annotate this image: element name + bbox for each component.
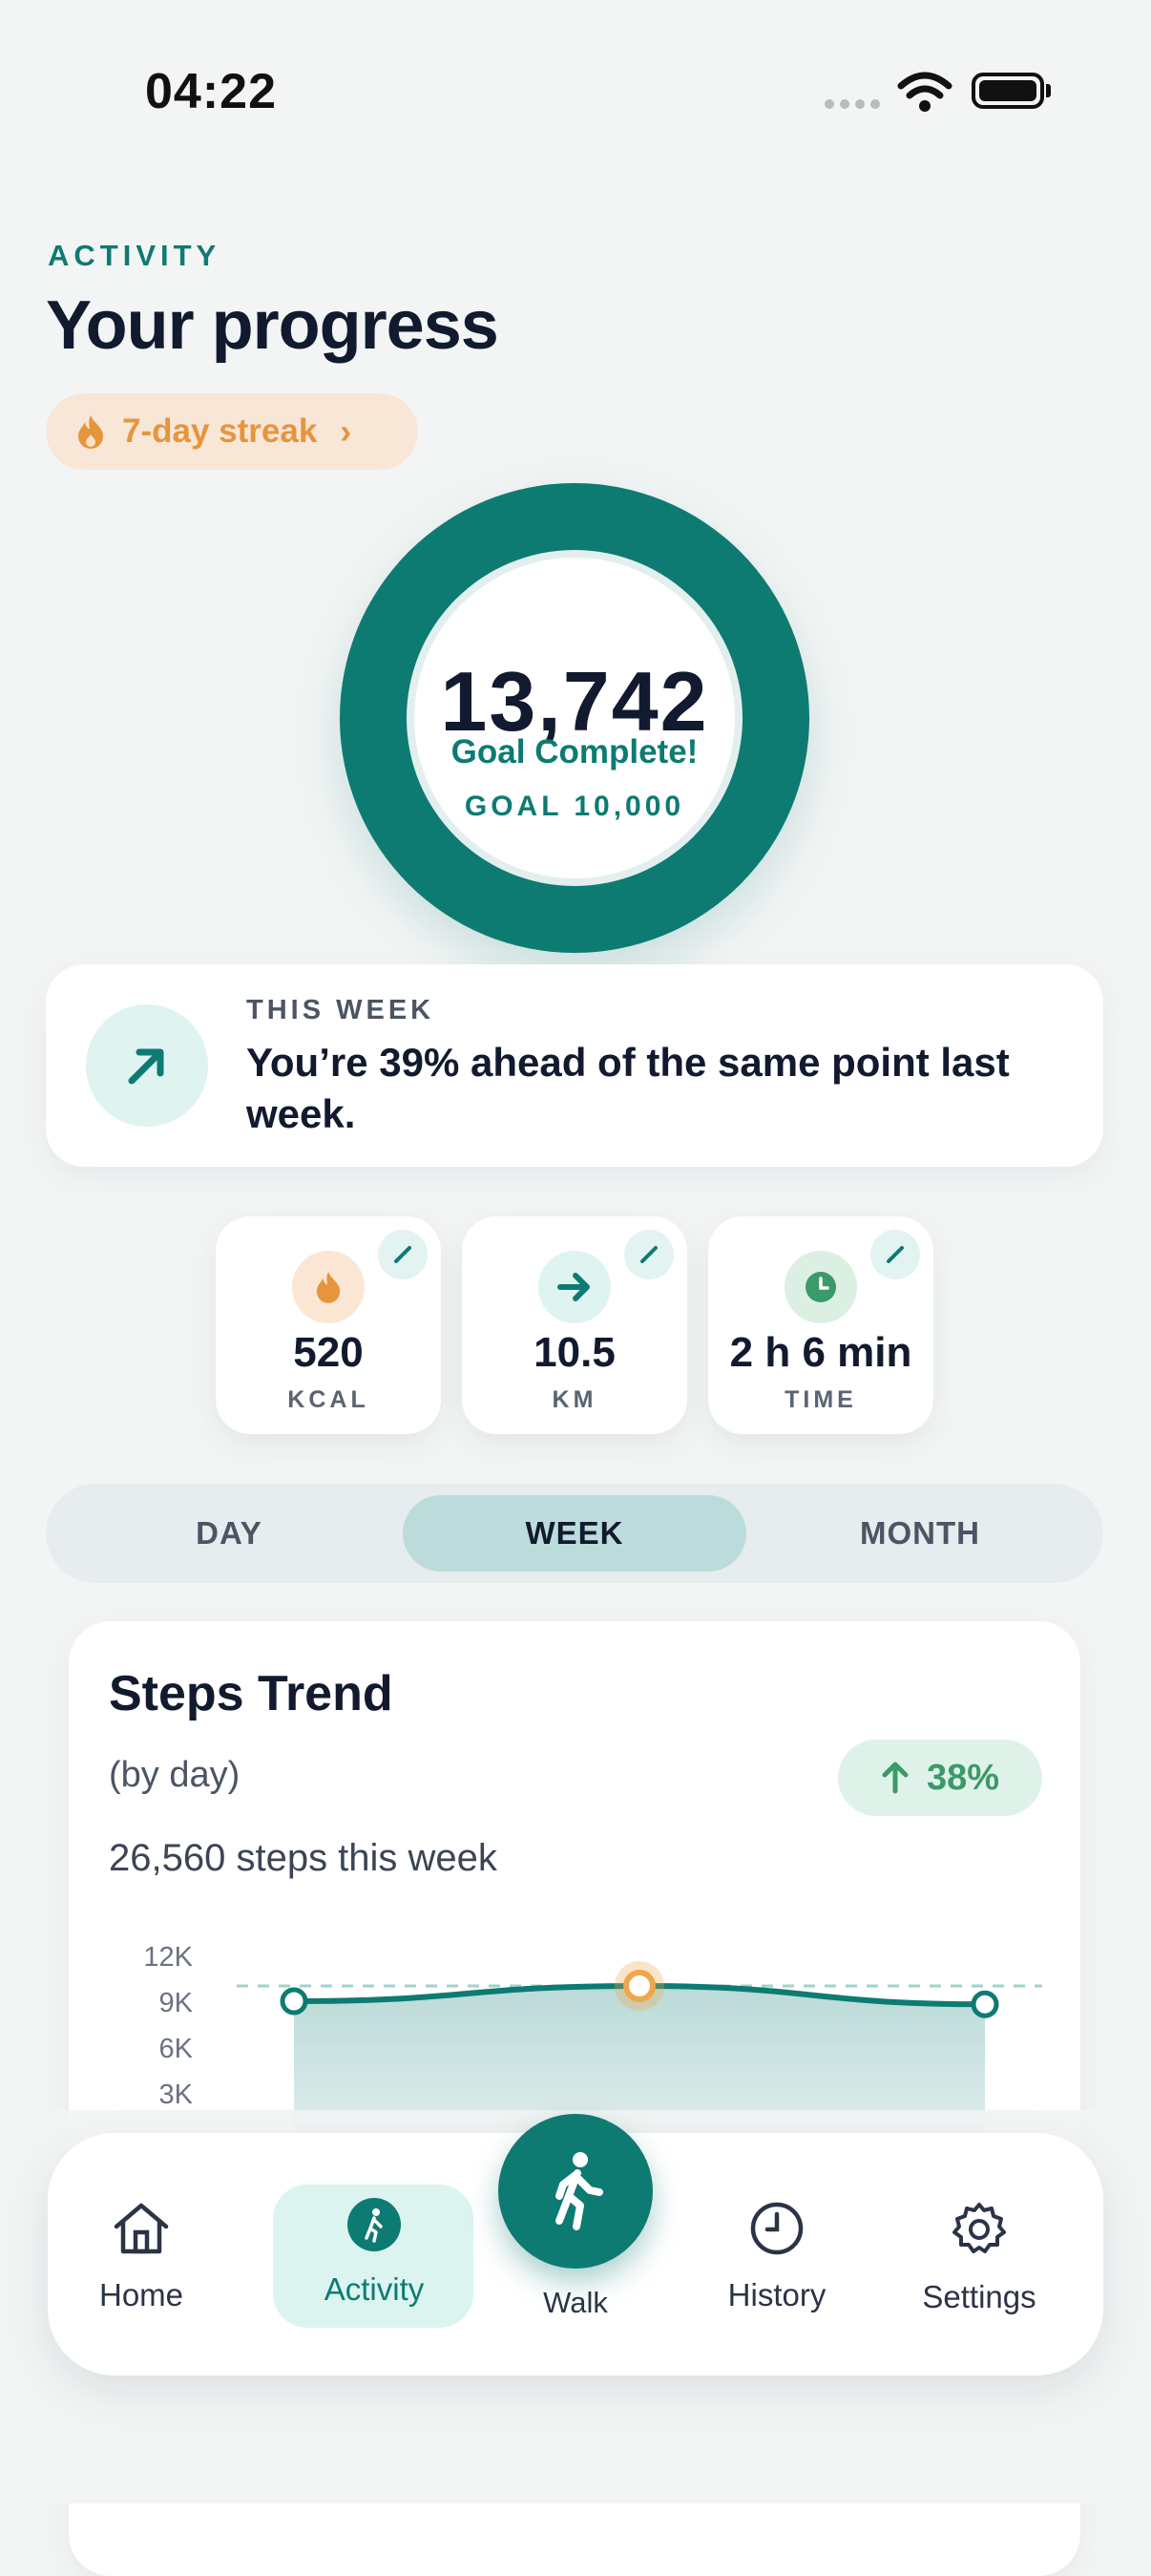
edit-pencil-icon[interactable] (624, 1230, 674, 1279)
arrow-right-icon (538, 1251, 611, 1323)
nav-label: Settings (922, 2279, 1036, 2314)
week-summary-card[interactable]: THIS WEEK You’re 39% ahead of the same p… (46, 964, 1103, 1167)
y-tick-label: 3K (159, 2080, 194, 2110)
metric-card-calories[interactable]: 520 KCAL (216, 1216, 441, 1434)
nav-item-history[interactable]: History (701, 2200, 853, 2313)
flame-icon (78, 415, 103, 449)
nav-item-settings[interactable]: Settings (903, 2200, 1056, 2315)
arrow-up-icon (882, 1762, 909, 1794)
progress-ring: 13,742 Goal Complete! GOAL 10,000 (340, 483, 809, 953)
trend-up-icon (86, 1004, 208, 1127)
data-point (971, 1990, 999, 2018)
tab-week[interactable]: WEEK (403, 1495, 746, 1572)
period-segmented-control: DAY WEEK MONTH (46, 1484, 1103, 1583)
y-tick-label: 12K (143, 1942, 193, 1973)
nav-item-activity[interactable]: Activity (298, 2196, 450, 2308)
nav-item-home[interactable]: Home (65, 2200, 218, 2313)
ring-core: 13,742 Goal Complete! GOAL 10,000 (414, 558, 735, 878)
metric-card-distance[interactable]: 10.5 KM (462, 1216, 687, 1434)
battery-icon (972, 73, 1044, 109)
tab-day[interactable]: DAY (57, 1495, 401, 1572)
trend-badge-value: 38% (926, 1757, 1000, 1798)
streak-chip[interactable]: 7-day streak › (46, 393, 418, 470)
section-eyebrow: ACTIVITY (48, 239, 221, 272)
streak-label: 7-day streak (122, 412, 318, 450)
trend-badge: 38% (838, 1740, 1042, 1816)
wifi-icon (897, 72, 952, 112)
metric-unit: KM (552, 1386, 597, 1413)
edit-pencil-icon[interactable] (378, 1230, 428, 1279)
card-title: Steps Trend (109, 1666, 393, 1721)
metric-unit: TIME (785, 1386, 857, 1413)
week-message: You’re 39% ahead of the same point last … (246, 1040, 1010, 1136)
walk-button[interactable] (498, 2114, 653, 2269)
edit-pencil-icon[interactable] (870, 1230, 920, 1279)
battery-tip (1046, 84, 1051, 97)
page-title: Your progress (46, 287, 499, 364)
signal-dots-icon (825, 99, 880, 109)
goal-label: GOAL 10,000 (464, 791, 685, 822)
metric-value: 2 h 6 min (729, 1329, 912, 1376)
steps-total: 26,560 steps this week (109, 1837, 497, 1879)
walking-person-icon (555, 2152, 603, 2230)
chevron-right-icon: › (340, 412, 352, 451)
y-tick-label: 6K (159, 2034, 194, 2064)
card-subtitle: (by day) (109, 1755, 241, 1795)
status-time: 04:22 (145, 64, 277, 119)
home-icon (114, 2203, 169, 2254)
metric-value: 10.5 (534, 1329, 616, 1376)
clock-history-icon (750, 2202, 804, 2255)
y-tick-label: 9K (159, 1988, 194, 2018)
bottom-nav: Home Activity Walk History Settings (48, 2114, 1103, 2375)
metric-unit: KCAL (287, 1386, 369, 1413)
metric-card-time[interactable]: 2 h 6 min TIME (708, 1216, 933, 1434)
tab-month[interactable]: MONTH (748, 1495, 1092, 1572)
nav-label-walk: Walk (543, 2286, 608, 2319)
clock-icon (785, 1251, 857, 1323)
ring-inner: 13,742 Goal Complete! GOAL 10,000 (407, 550, 743, 886)
metric-value: 520 (293, 1329, 364, 1376)
flame-icon (292, 1251, 365, 1323)
nav-label: Activity (324, 2271, 425, 2307)
nav-label: History (727, 2277, 827, 2312)
goal-status: Goal Complete! (450, 733, 699, 771)
data-point (623, 1970, 656, 2002)
activity-walker-icon (347, 2198, 401, 2251)
week-eyebrow: THIS WEEK (246, 995, 435, 1025)
nav-label: Home (98, 2277, 184, 2312)
gear-icon (952, 2203, 1006, 2253)
data-point (280, 1987, 308, 2016)
